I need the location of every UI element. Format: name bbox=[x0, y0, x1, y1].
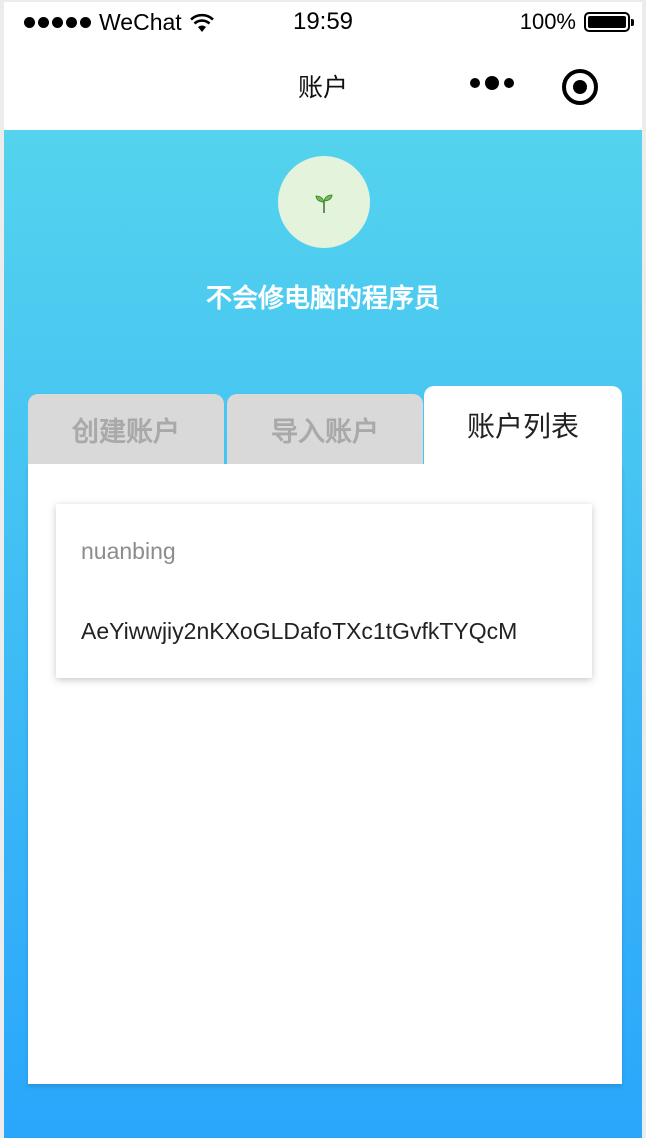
username: 不会修电脑的程序员 bbox=[205, 283, 440, 313]
dot-icon bbox=[504, 78, 514, 88]
sprout-icon bbox=[315, 194, 333, 213]
page-title: 账户 bbox=[297, 74, 348, 102]
dot-icon bbox=[485, 76, 499, 90]
avatar bbox=[278, 156, 370, 248]
status-right: 100% bbox=[519, 9, 634, 35]
phone-screen: WeChat 19:59 100% 账户 不会修电脑的程序员 创建账户 导入账户… bbox=[4, 2, 642, 1138]
more-options-button[interactable] bbox=[470, 76, 514, 90]
nav-bar: 账户 bbox=[4, 42, 642, 130]
tab-create-account[interactable]: 创建账户 bbox=[28, 394, 224, 464]
main-content: 不会修电脑的程序员 创建账户 导入账户 账户列表 nuanbing AeYiww… bbox=[4, 130, 642, 1138]
account-public-key: AeYiwwjiy2nKXoGLDafoTXc1tGvfkTYQcM bbox=[81, 618, 518, 644]
tab-import-account[interactable]: 导入账户 bbox=[227, 394, 423, 464]
dot-icon bbox=[470, 78, 480, 88]
tab-bar: 创建账户 导入账户 账户列表 bbox=[28, 386, 622, 464]
tab-account-list[interactable]: 账户列表 bbox=[424, 386, 622, 464]
close-miniprogram-button[interactable] bbox=[562, 69, 598, 105]
target-icon bbox=[573, 80, 587, 94]
account-card[interactable]: nuanbing AeYiwwjiy2nKXoGLDafoTXc1tGvfkTY… bbox=[56, 504, 592, 678]
account-list-panel: nuanbing AeYiwwjiy2nKXoGLDafoTXc1tGvfkTY… bbox=[28, 464, 622, 1084]
account-name: nuanbing bbox=[81, 538, 176, 564]
battery-percentage: 100% bbox=[519, 9, 576, 34]
status-bar: WeChat 19:59 100% bbox=[4, 2, 642, 42]
battery-icon bbox=[584, 12, 634, 32]
